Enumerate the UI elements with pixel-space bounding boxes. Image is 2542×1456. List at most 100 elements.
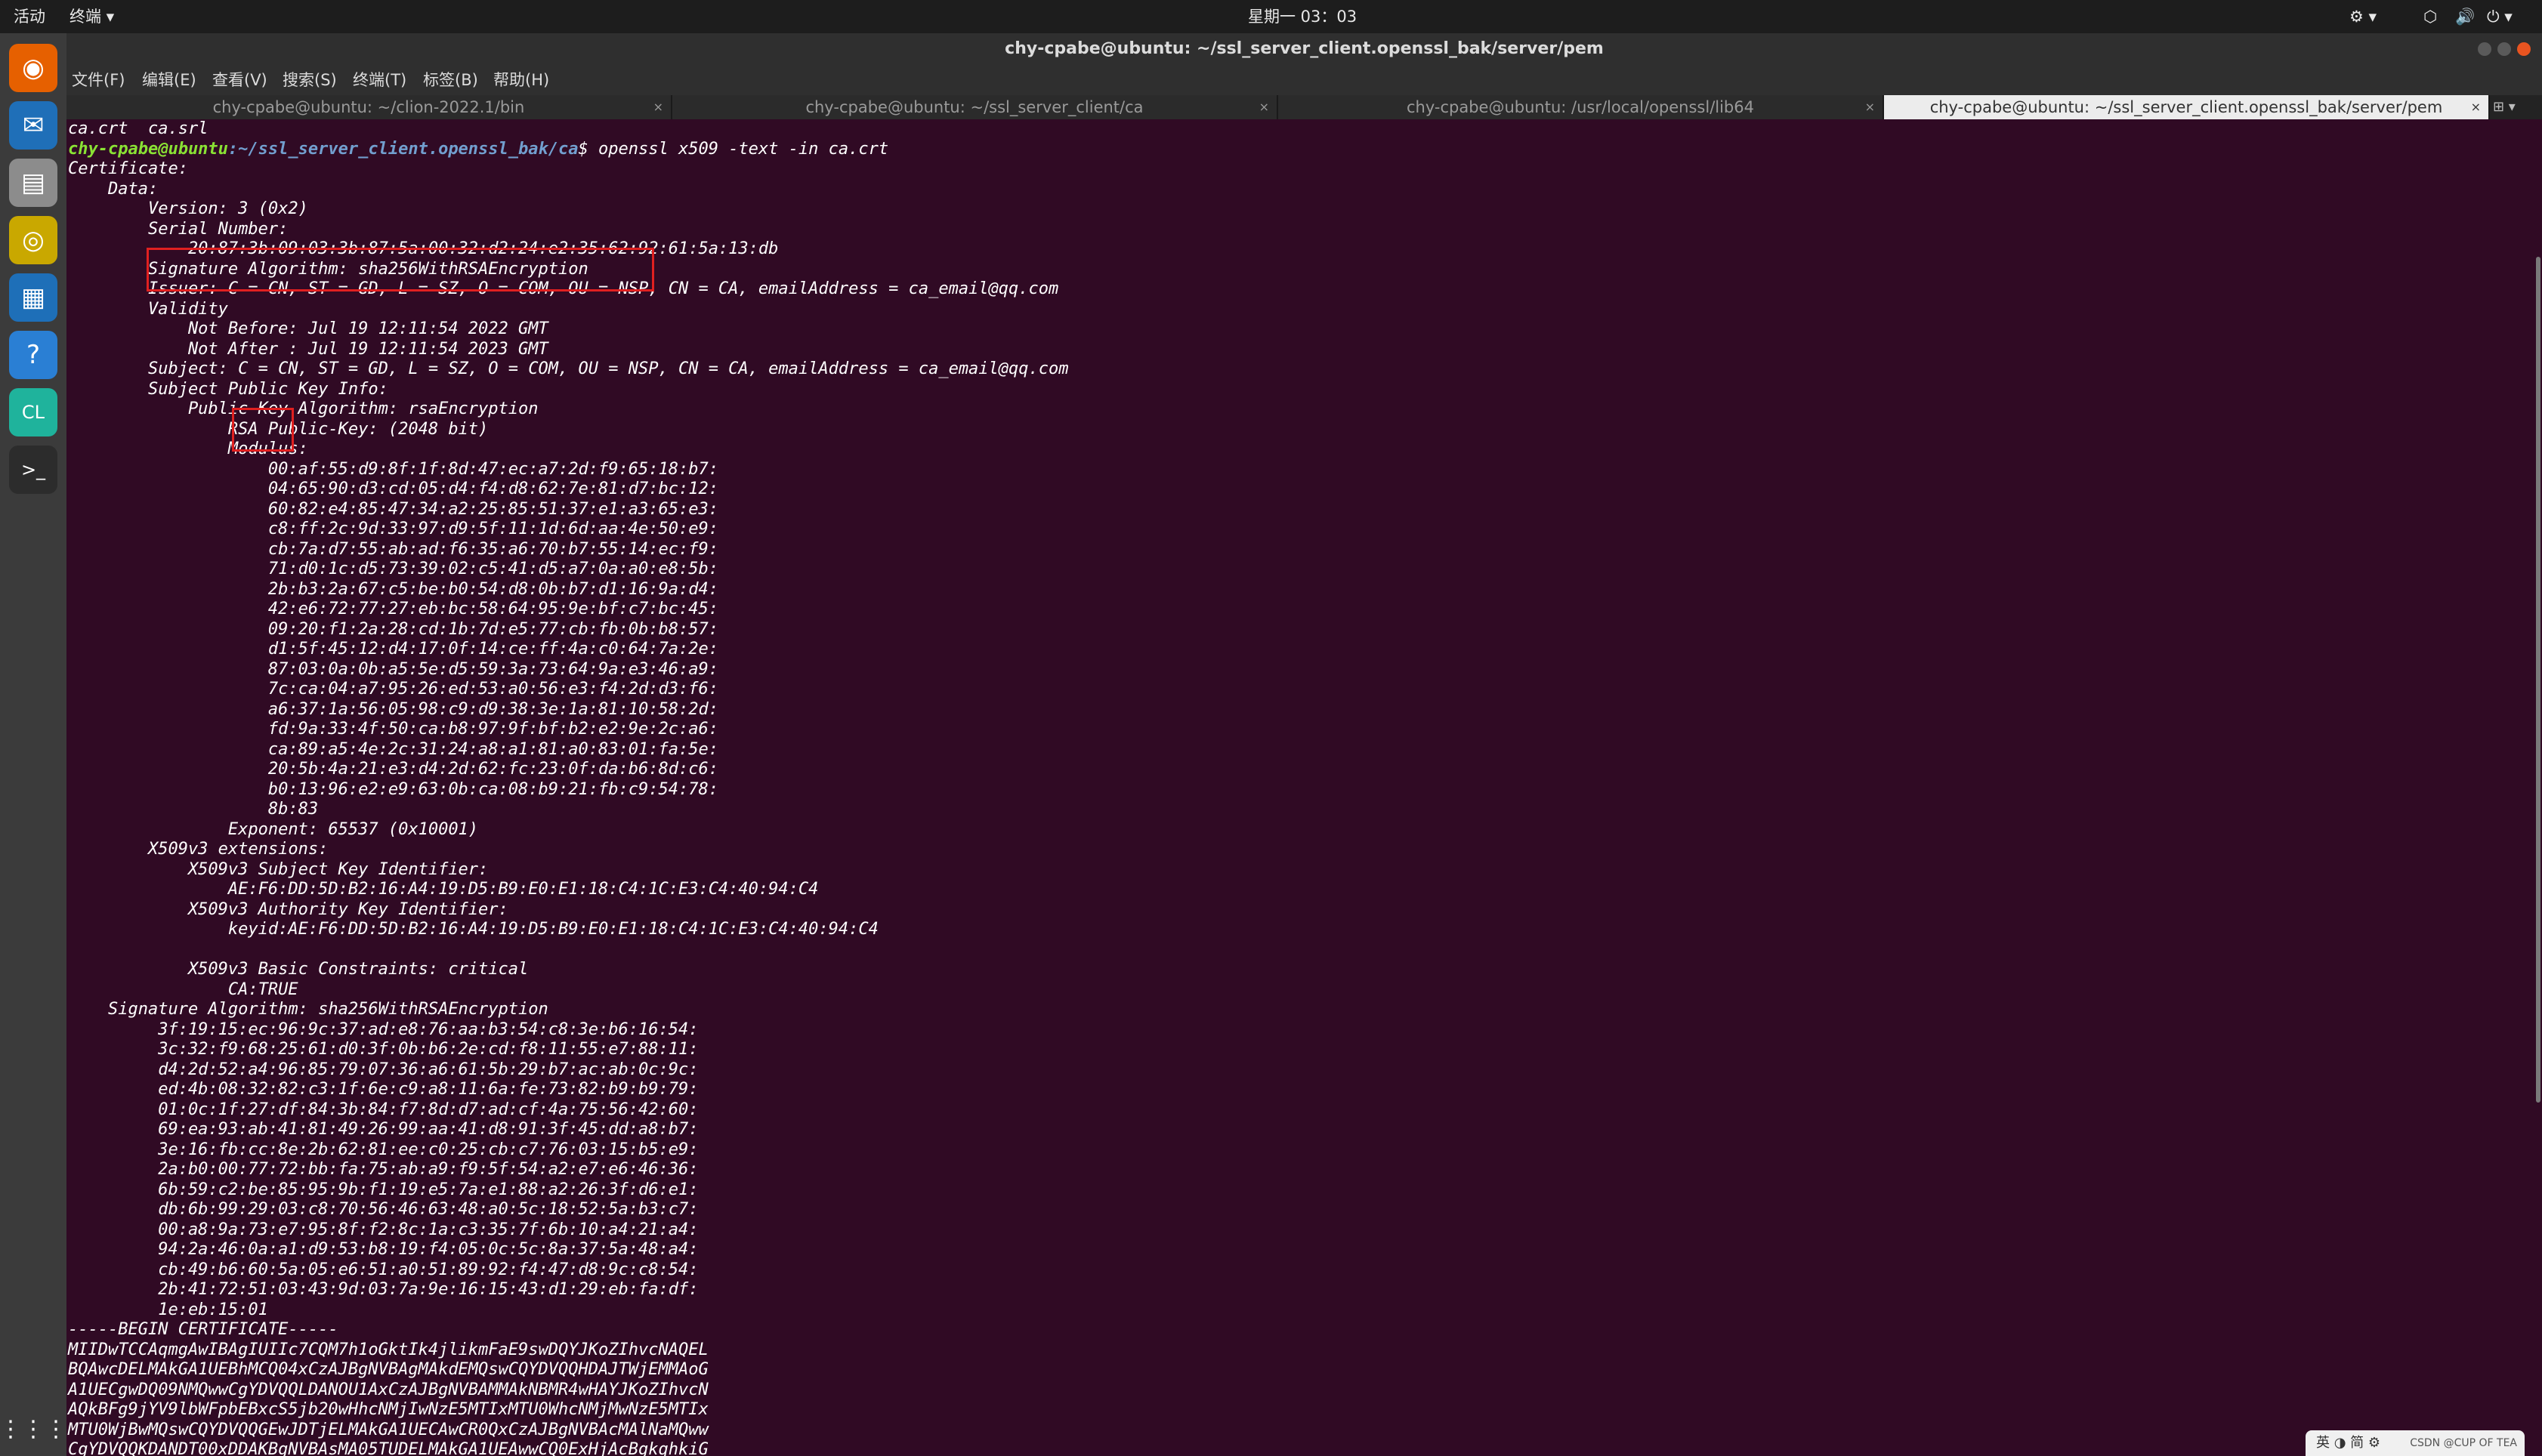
terminal-output-line: 04:65:90:d3:cd:05:d4:f4:d8:62:7e:81:d7:b… [68, 480, 718, 498]
terminal-output-line: b0:13:96:e2:e9:63:0b:ca:08:b9:21:fb:c9:5… [68, 779, 718, 799]
terminal-output-line: ed:4b:08:32:82:c3:1f:6e:c9:a8:11:6a:fe:7… [68, 1080, 699, 1099]
terminal-output-line: Not Before: Jul 19 12:11:54 2022 GMT [68, 319, 548, 338]
terminal-output-line: 7c:ca:04:a7:95:26:ed:53:a0:56:e3:f4:2d:d… [68, 680, 718, 699]
terminal-output-line: X509v3 extensions: [68, 840, 329, 859]
terminal-output-line: Subject Public Key Info: [68, 379, 388, 399]
terminal-output-line: d4:2d:52:a4:96:85:79:07:36:a6:61:5b:29:b… [68, 1060, 699, 1079]
close-tab-icon[interactable]: × [2471, 95, 2481, 119]
tab-label: chy-cpabe@ubuntu: ~/ssl_server_client.op… [1929, 98, 2443, 116]
terminal-output-line: X509v3 Subject Key Identifier: [68, 859, 489, 879]
volume-icon[interactable]: 🔊 [2455, 0, 2475, 33]
terminal-output-line: BQAwcDELMAkGA1UEBhMCQ04xCzAJBgNVBAgMAkdE… [68, 1360, 709, 1379]
terminal-output-line: ca:89:a5:4e:2c:31:24:a8:a1:81:a0:83:01:f… [68, 739, 718, 759]
firefox-icon[interactable]: ◉ [9, 44, 57, 92]
terminal-output-line: Certificate: [68, 159, 188, 178]
power-icon[interactable]: ⏻ ▾ [2487, 0, 2513, 33]
menu-search[interactable]: 搜索(S) [283, 65, 337, 95]
terminal-output-line: X509v3 Basic Constraints: critical [68, 960, 529, 979]
clion-icon[interactable]: CL [9, 388, 57, 436]
prompt-command: $ openssl x509 -text -in ca.crt [578, 139, 889, 159]
highlight-signature-algorithm [147, 248, 654, 292]
menu-edit[interactable]: 编辑(E) [142, 65, 196, 95]
terminal-output-line: a6:37:1a:56:05:98:c9:d9:38:3e:1a:81:10:5… [68, 699, 718, 719]
writer-icon[interactable]: ▦ [9, 273, 57, 322]
close-tab-icon[interactable]: × [1259, 95, 1269, 119]
menu-file[interactable]: 文件(F) [72, 65, 125, 95]
ime-status-widget[interactable]: 英 ◑ 简 ⚙ CSDN @CUP OF TEA [2306, 1430, 2525, 1456]
terminal-output-line: 69:ea:93:ab:41:81:49:26:99:aa:41:d8:91:3… [68, 1120, 699, 1139]
minimize-icon[interactable] [2478, 42, 2491, 56]
close-tab-icon[interactable]: × [1865, 95, 1875, 119]
terminal-output-line: 20:5b:4a:21:e3:d4:2d:62:fc:23:0f:da:b6:8… [68, 760, 718, 779]
terminal-scrollbar[interactable] [2536, 257, 2540, 1103]
terminal-output-line: -----BEGIN CERTIFICATE----- [68, 1320, 338, 1339]
terminal-output-line: MTU0WjBwMQswCQYDVQQGEwJDTjELMAkGA1UECAwC… [68, 1420, 709, 1439]
rhythmbox-icon[interactable]: ◎ [9, 216, 57, 264]
ime-indicator[interactable]: 英 ◑ 简 ⚙ [2316, 1435, 2380, 1451]
tab-ssl-ca[interactable]: chy-cpabe@ubuntu: ~/ssl_server_client/ca… [672, 95, 1278, 119]
terminal-output-line: CgYDVQQKDANDT00xDDAKBgNVBAsMA05TUDELMAkG… [68, 1440, 709, 1456]
terminal-output-line: Public Key Algorithm: rsaEncryption [68, 399, 539, 418]
terminal-output-line: AE:F6:DD:5D:B2:16:A4:19:D5:B9:E0:E1:18:C… [68, 880, 819, 899]
accessibility-icon[interactable]: ⚙ ▾ [2349, 0, 2377, 33]
help-icon[interactable]: ? [9, 331, 57, 379]
tab-label: chy-cpabe@ubuntu: ~/clion-2022.1/bin [212, 98, 525, 116]
system-top-bar: 活动 终端 ▾ 星期一 03：03 ⚙ ▾ ⬡ 🔊 ⏻ ▾ [0, 0, 2542, 33]
close-tab-icon[interactable]: × [653, 95, 663, 119]
prompt-path: :~/ssl_server_client.openssl_bak/ca [227, 139, 579, 159]
menu-tabs[interactable]: 标签(B) [423, 65, 478, 95]
terminal-output-line: 3c:32:f9:68:25:61:d0:3f:0b:b6:2e:cd:f8:1… [68, 1040, 699, 1059]
terminal-output-line: X509v3 Authority Key Identifier: [68, 899, 508, 919]
terminal-output-line: d1:5f:45:12:d4:17:0f:14:ce:ff:4a:c0:64:7… [68, 640, 718, 659]
terminal-output-line: 2b:41:72:51:03:43:9d:03:7a:9e:16:15:43:d… [68, 1280, 699, 1299]
activities-button[interactable]: 活动 [14, 0, 45, 33]
terminal-icon[interactable]: >_ [9, 446, 57, 494]
tab-label: chy-cpabe@ubuntu: /usr/local/openssl/lib… [1406, 98, 1754, 116]
clock[interactable]: 星期一 03：03 [1248, 0, 1357, 33]
tab-openssl-lib64[interactable]: chy-cpabe@ubuntu: /usr/local/openssl/lib… [1278, 95, 1884, 119]
window-title: chy-cpabe@ubuntu: ~/ssl_server_client.op… [1005, 39, 1604, 58]
new-tab-icon[interactable]: ⊞ ▾ [2493, 95, 2516, 119]
terminal-output-line: Signature Algorithm: sha256WithRSAEncryp… [68, 1000, 548, 1019]
watermark: CSDN @CUP OF TEA [2410, 1437, 2517, 1449]
terminal-output-line: Validity [68, 299, 228, 319]
terminal-output-line: 2b:b3:2a:67:c5:be:b0:54:d8:0b:b7:d1:16:9… [68, 579, 718, 599]
tab-server-pem[interactable]: chy-cpabe@ubuntu: ~/ssl_server_client.op… [1884, 95, 2490, 119]
highlight-rsa [232, 408, 294, 452]
terminal-output-line: 00:a8:9a:73:e7:95:8f:f2:8c:1a:c3:35:7f:6… [68, 1220, 699, 1239]
terminal-output-line: 60:82:e4:85:47:34:a2:25:85:51:37:e1:a3:6… [68, 499, 718, 519]
previous-output: ca.crt ca.srl [68, 119, 208, 138]
terminal-output-line: A1UECgwDQ09NMQwwCgYDVQQLDANOU1AxCzAJBgNV… [68, 1380, 709, 1399]
terminal-output-line: 3f:19:15:ec:96:9c:37:ad:e8:76:aa:b3:54:c… [68, 1020, 699, 1039]
terminal-output-line: 09:20:f1:2a:28:cd:1b:7d:e5:77:cb:fb:0b:b… [68, 619, 718, 639]
terminal-output-line: 8b:83 [68, 800, 319, 819]
network-icon[interactable]: ⬡ [2423, 0, 2437, 33]
tab-clion-bin[interactable]: chy-cpabe@ubuntu: ~/clion-2022.1/bin × [66, 95, 672, 119]
thunderbird-icon[interactable]: ✉ [9, 101, 57, 150]
tab-bar: chy-cpabe@ubuntu: ~/clion-2022.1/bin × c… [66, 95, 2542, 119]
app-menu-button[interactable]: 终端 ▾ [69, 0, 114, 33]
terminal-output-line: Subject: C = CN, ST = GD, L = SZ, O = CO… [68, 359, 1069, 378]
window-title-bar: chy-cpabe@ubuntu: ~/ssl_server_client.op… [66, 33, 2542, 65]
files-icon[interactable]: ▤ [9, 159, 57, 207]
terminal-output-line: 71:d0:1c:d5:73:39:02:c5:41:d5:a7:0a:a0:e… [68, 560, 718, 578]
terminal-output-line: 6b:59:c2:be:85:95:9b:f1:19:e5:7a:e1:88:a… [68, 1180, 699, 1199]
maximize-icon[interactable] [2497, 42, 2511, 56]
terminal-output-line: Data: [68, 179, 159, 199]
prompt-user: chy-cpabe@ubuntu [68, 139, 228, 159]
terminal-output-line: CA:TRUE [68, 979, 298, 999]
terminal-output-line: fd:9a:33:4f:50:ca:b8:97:9f:bf:b2:e2:9e:2… [68, 720, 718, 739]
terminal-output-line: 01:0c:1f:27:df:84:3b:84:f7:8d:d7:ad:cf:4… [68, 1100, 699, 1119]
terminal-output-line: Serial Number: [68, 219, 289, 239]
menu-bar: 文件(F) 编辑(E) 查看(V) 搜索(S) 终端(T) 标签(B) 帮助(H… [66, 65, 2542, 95]
menu-terminal[interactable]: 终端(T) [353, 65, 406, 95]
terminal-output-line: c8:ff:2c:9d:33:97:d9:5f:11:1d:6d:aa:4e:5… [68, 520, 718, 538]
terminal-output-line: cb:49:b6:60:5a:05:e6:51:a0:51:89:92:f4:4… [68, 1260, 699, 1279]
menu-view[interactable]: 查看(V) [212, 65, 267, 95]
menu-help[interactable]: 帮助(H) [493, 65, 549, 95]
show-applications-icon[interactable]: ⋮⋮⋮ [0, 1405, 67, 1453]
close-window-icon[interactable] [2517, 42, 2531, 56]
terminal-view[interactable]: ca.crt ca.srl chy-cpabe@ubuntu:~/ssl_ser… [66, 119, 2536, 1456]
terminal-output-line: Not After : Jul 19 12:11:54 2023 GMT [68, 339, 548, 359]
terminal-output-line: Version: 3 (0x2) [68, 199, 308, 218]
